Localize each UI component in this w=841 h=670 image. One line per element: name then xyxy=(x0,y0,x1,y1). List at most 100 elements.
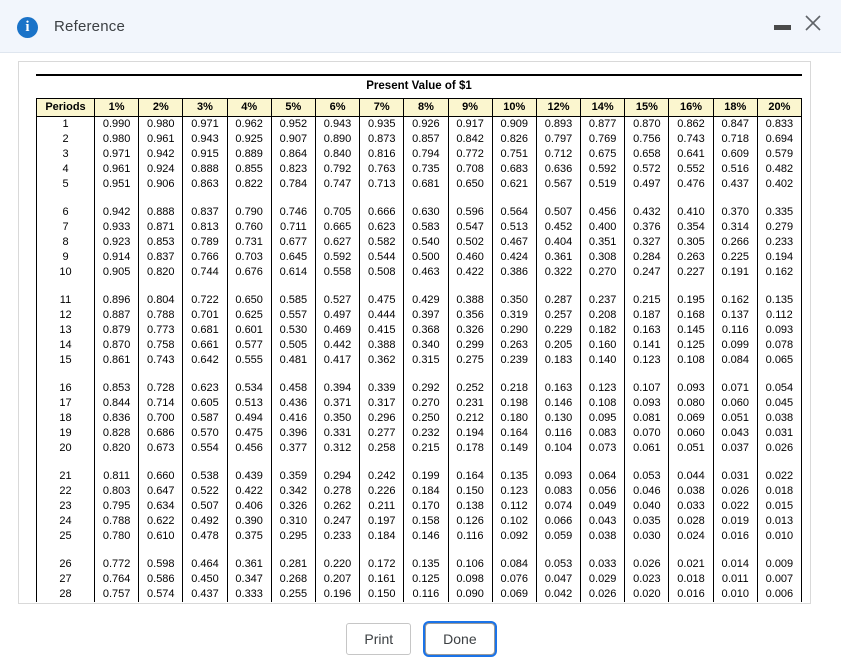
spacer-cell xyxy=(492,280,536,293)
factor-cell: 0.016 xyxy=(713,529,757,544)
factor-cell: 0.582 xyxy=(360,235,404,250)
factor-cell: 0.294 xyxy=(315,469,359,484)
spacer-cell xyxy=(625,368,669,381)
table-row: 270.7640.5860.4500.3470.2680.2070.1610.1… xyxy=(37,572,802,587)
factor-cell: 0.943 xyxy=(183,132,227,147)
period-cell: 11 xyxy=(37,293,95,308)
column-header-12pct: 12% xyxy=(536,99,580,117)
spacer-cell xyxy=(271,192,315,205)
reference-content-panel: Present Value of $1 Periods1%2%3%4%5%6%7… xyxy=(18,61,811,604)
spacer-cell xyxy=(183,544,227,557)
minimize-icon[interactable] xyxy=(772,17,794,39)
factor-cell: 0.277 xyxy=(360,426,404,441)
factor-cell: 0.319 xyxy=(492,308,536,323)
period-cell: 13 xyxy=(37,323,95,338)
spacer-cell xyxy=(37,280,95,293)
factor-cell: 0.661 xyxy=(183,338,227,353)
factor-cell: 0.162 xyxy=(713,293,757,308)
spacer-cell xyxy=(95,192,139,205)
factor-cell: 0.627 xyxy=(315,235,359,250)
factor-cell: 0.199 xyxy=(404,469,448,484)
factor-cell: 0.030 xyxy=(625,529,669,544)
factor-cell: 0.099 xyxy=(713,338,757,353)
factor-cell: 0.215 xyxy=(625,293,669,308)
dialog-footer: Print Done xyxy=(0,610,841,670)
factor-cell: 0.587 xyxy=(183,411,227,426)
factor-cell: 0.540 xyxy=(404,235,448,250)
factor-cell: 0.758 xyxy=(139,338,183,353)
factor-cell: 0.026 xyxy=(713,484,757,499)
factor-cell: 0.197 xyxy=(360,514,404,529)
spacer-cell xyxy=(625,192,669,205)
period-cell: 23 xyxy=(37,499,95,514)
factor-cell: 0.828 xyxy=(95,426,139,441)
factor-cell: 0.108 xyxy=(669,353,713,368)
factor-cell: 0.351 xyxy=(581,235,625,250)
factor-cell: 0.218 xyxy=(492,381,536,396)
factor-cell: 0.951 xyxy=(95,177,139,192)
factor-cell: 0.388 xyxy=(448,293,492,308)
spacer-cell xyxy=(669,456,713,469)
factor-cell: 0.112 xyxy=(757,308,801,323)
factor-cell: 0.150 xyxy=(360,587,404,602)
factor-cell: 0.769 xyxy=(581,132,625,147)
factor-cell: 0.333 xyxy=(227,587,271,602)
factor-cell: 0.772 xyxy=(448,147,492,162)
factor-cell: 0.106 xyxy=(448,557,492,572)
print-button[interactable]: Print xyxy=(346,623,411,655)
factor-cell: 0.092 xyxy=(492,529,536,544)
factor-cell: 0.763 xyxy=(360,162,404,177)
factor-cell: 0.544 xyxy=(360,250,404,265)
factor-cell: 0.579 xyxy=(757,147,801,162)
factor-cell: 0.905 xyxy=(95,265,139,280)
factor-cell: 0.642 xyxy=(183,353,227,368)
factor-cell: 0.585 xyxy=(271,293,315,308)
factor-cell: 0.029 xyxy=(581,572,625,587)
table-row: 220.8030.6470.5220.4220.3420.2780.2260.1… xyxy=(37,484,802,499)
factor-cell: 0.060 xyxy=(713,396,757,411)
factor-cell: 0.163 xyxy=(536,381,580,396)
factor-cell: 0.239 xyxy=(492,353,536,368)
factor-cell: 0.172 xyxy=(360,557,404,572)
column-header-3pct: 3% xyxy=(183,99,227,117)
factor-cell: 0.404 xyxy=(536,235,580,250)
factor-cell: 0.577 xyxy=(227,338,271,353)
factor-cell: 0.018 xyxy=(757,484,801,499)
factor-cell: 0.021 xyxy=(669,557,713,572)
factor-cell: 0.078 xyxy=(757,338,801,353)
factor-cell: 0.084 xyxy=(492,557,536,572)
factor-cell: 0.022 xyxy=(757,469,801,484)
table-row: 70.9330.8710.8130.7600.7110.6650.6230.58… xyxy=(37,220,802,235)
spacer-cell xyxy=(315,544,359,557)
spacer-cell xyxy=(492,368,536,381)
factor-cell: 0.410 xyxy=(669,205,713,220)
factor-cell: 0.711 xyxy=(271,220,315,235)
spacer-cell xyxy=(227,544,271,557)
factor-cell: 0.794 xyxy=(404,147,448,162)
period-cell: 17 xyxy=(37,396,95,411)
factor-cell: 0.666 xyxy=(360,205,404,220)
factor-cell: 0.168 xyxy=(669,308,713,323)
factor-cell: 0.456 xyxy=(227,441,271,456)
spacer-cell xyxy=(536,544,580,557)
factor-cell: 0.024 xyxy=(669,529,713,544)
factor-cell: 0.038 xyxy=(669,484,713,499)
factor-cell: 0.287 xyxy=(536,293,580,308)
factor-cell: 0.116 xyxy=(713,323,757,338)
factor-cell: 0.592 xyxy=(315,250,359,265)
factor-cell: 0.634 xyxy=(139,499,183,514)
spacer-cell xyxy=(713,368,757,381)
column-header-14pct: 14% xyxy=(581,99,625,117)
spacer-cell xyxy=(315,456,359,469)
factor-cell: 0.552 xyxy=(669,162,713,177)
factor-cell: 0.069 xyxy=(492,587,536,602)
factor-cell: 0.475 xyxy=(227,426,271,441)
spacer-cell xyxy=(492,192,536,205)
factor-cell: 0.195 xyxy=(669,293,713,308)
done-button[interactable]: Done xyxy=(425,623,494,655)
close-icon[interactable] xyxy=(799,9,827,37)
table-row: 30.9710.9420.9150.8890.8640.8400.8160.79… xyxy=(37,147,802,162)
factor-cell: 0.044 xyxy=(669,469,713,484)
factor-cell: 0.952 xyxy=(271,117,315,133)
factor-cell: 0.735 xyxy=(404,162,448,177)
